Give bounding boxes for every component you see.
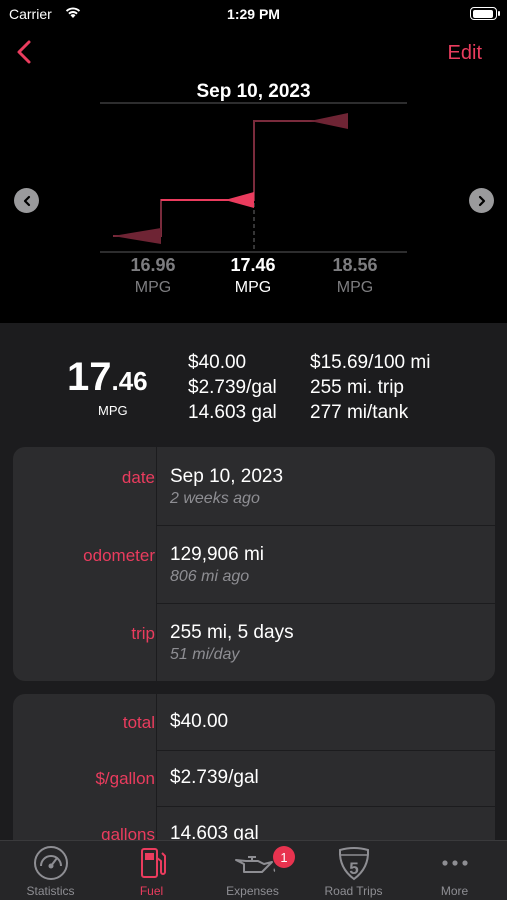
prev-point-marker [113, 228, 161, 244]
detail-row-odometer[interactable]: odometer 129,906 mi 806 mi ago [13, 525, 495, 603]
fuel-pump-icon [101, 844, 202, 882]
tab-label: Road Trips [324, 884, 383, 898]
mpg-decimal: .46 [111, 366, 148, 396]
fill-up-details: 17.46 MPG $40.00 $2.739/gal 14.603 gal $… [0, 323, 507, 840]
tab-label: Expenses [226, 884, 279, 898]
navigation-bar: Edit [0, 30, 507, 75]
summary-price-per-gallon: $2.739/gal [188, 377, 277, 398]
summary-section: 17.46 MPG $40.00 $2.739/gal 14.603 gal $… [0, 323, 507, 443]
mpg-value: 16.96 [130, 255, 176, 275]
tab-label: More [440, 884, 469, 898]
status-time: 1:29 PM [227, 6, 280, 22]
summary-cost-column: $40.00 $2.739/gal 14.603 gal [188, 350, 277, 425]
status-bar: Carrier 1:29 PM [0, 0, 507, 30]
chart-date: Sep 10, 2023 [196, 81, 311, 102]
tab-road-trips[interactable]: 5 Road Trips [303, 841, 404, 900]
battery-icon [470, 7, 500, 20]
detail-row-trip[interactable]: trip 255 mi, 5 days 51 mi/day [13, 603, 495, 681]
tab-statistics[interactable]: Statistics [0, 841, 101, 900]
cost-value: 14.603 gal [170, 823, 259, 840]
mpg-value: 17.46 [230, 255, 276, 275]
cost-card: total $40.00 $/gallon $2.739/gal gallons… [13, 694, 495, 840]
cost-value: $40.00 [170, 711, 229, 732]
back-chevron-icon[interactable] [12, 38, 38, 66]
summary-cost-per-100mi: $15.69/100 mi [310, 352, 431, 373]
details-card: date Sep 10, 2023 2 weeks ago odometer 1… [13, 447, 495, 681]
detail-subvalue: 51 mi/day [170, 646, 240, 663]
cost-label: gallons [101, 825, 155, 840]
summary-distance-column: $15.69/100 mi 255 mi. trip 277 mi/tank [310, 350, 430, 425]
cost-row-price-per-gallon[interactable]: $/gallon $2.739/gal [13, 750, 495, 806]
current-point-marker [225, 192, 254, 208]
detail-value: Sep 10, 2023 [170, 466, 284, 487]
chevron-left-icon [23, 195, 30, 206]
summary-total: $40.00 [188, 352, 247, 373]
mpg-unit: MPG [336, 279, 374, 296]
chevron-right-icon [478, 195, 485, 206]
summary-gallons: 14.603 gal [188, 402, 277, 423]
summary-range: 277 mi/tank [310, 402, 409, 423]
tab-label: Statistics [26, 884, 75, 898]
detail-subvalue: 806 mi ago [170, 568, 250, 585]
cost-value: $2.739/gal [170, 767, 259, 788]
big-mpg-unit: MPG [98, 403, 128, 418]
detail-label: date [121, 468, 155, 487]
mpg-entry-previous[interactable]: 16.96 MPG [108, 255, 198, 297]
tab-fuel[interactable]: Fuel [101, 841, 202, 900]
next-entry-button[interactable] [469, 188, 494, 213]
mpg-chart: Sep 10, 2023 16.96 MPG 17.46 MPG 18.56 M… [0, 75, 507, 323]
mpg-step-line-dim [113, 120, 348, 237]
previous-entry-button[interactable] [14, 188, 39, 213]
detail-value: 129,906 mi [170, 544, 265, 565]
tab-bar: Statistics Fuel Expenses 1 5 Road Trips … [0, 840, 507, 900]
mpg-unit: MPG [234, 279, 272, 296]
more-icon [404, 844, 505, 882]
tab-label: Fuel [139, 884, 164, 898]
mpg-entry-current[interactable]: 17.46 MPG [208, 255, 298, 297]
mpg-entry-next[interactable]: 18.56 MPG [310, 255, 400, 297]
next-point-marker [310, 113, 348, 129]
detail-subvalue: 2 weeks ago [170, 490, 260, 507]
edit-button[interactable]: Edit [448, 42, 482, 65]
mpg-integer: 17 [67, 355, 112, 399]
interstate-shield-icon: 5 [303, 844, 404, 882]
detail-label: odometer [83, 546, 155, 565]
detail-value: 255 mi, 5 days [170, 622, 294, 643]
cost-row-gallons[interactable]: gallons 14.603 gal [13, 806, 495, 840]
detail-row-date[interactable]: date Sep 10, 2023 2 weeks ago [13, 447, 495, 525]
cost-label: $/gallon [95, 769, 155, 788]
mpg-value: 18.56 [332, 255, 378, 275]
detail-label: trip [131, 624, 155, 643]
summary-trip: 255 mi. trip [310, 377, 404, 398]
expenses-badge: 1 [273, 846, 295, 868]
cost-label: total [122, 713, 155, 732]
svg-text:5: 5 [349, 859, 358, 878]
mpg-unit: MPG [134, 279, 172, 296]
tab-more[interactable]: More [404, 841, 505, 900]
speedometer-icon [0, 844, 101, 882]
cost-row-total[interactable]: total $40.00 [13, 694, 495, 750]
big-mpg-value: 17.46 [67, 355, 148, 400]
